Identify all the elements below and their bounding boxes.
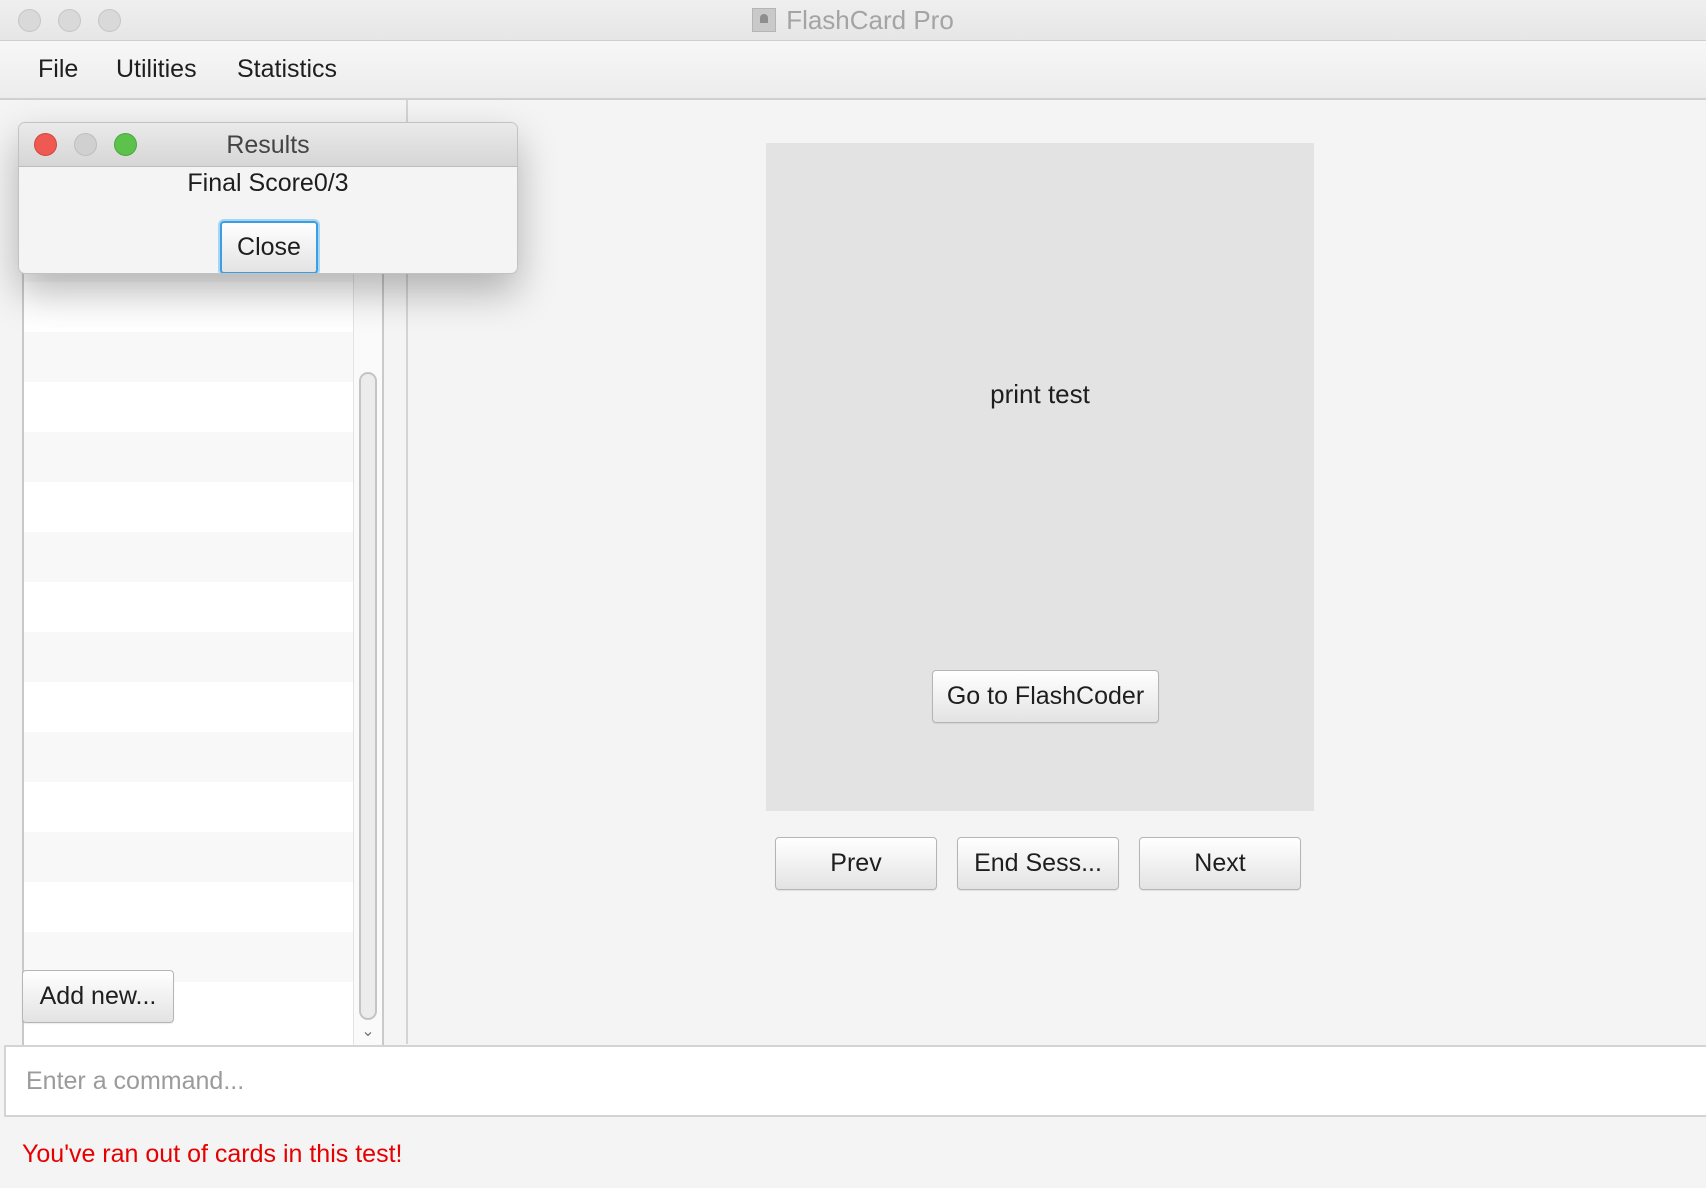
- menu-statistics[interactable]: Statistics: [237, 55, 337, 84]
- list-scrollbar[interactable]: ⌄: [353, 232, 382, 1046]
- list-item[interactable]: [24, 732, 354, 782]
- list-item[interactable]: [24, 332, 354, 382]
- window-title-group: FlashCard Pro: [0, 0, 1706, 40]
- list-item[interactable]: [24, 632, 354, 682]
- list-item[interactable]: [24, 532, 354, 582]
- scrollbar-thumb[interactable]: [359, 372, 377, 1020]
- chevron-down-icon[interactable]: ⌄: [358, 1022, 378, 1042]
- card-question: print test: [990, 379, 1090, 409]
- list-item[interactable]: [24, 682, 354, 732]
- list-item[interactable]: [24, 782, 354, 832]
- go-to-flashcoder-button[interactable]: Go to FlashCoder: [932, 670, 1159, 723]
- app-icon: [752, 8, 777, 32]
- list-item[interactable]: [24, 482, 354, 532]
- results-dialog: Results Final Score0/3 Close: [18, 122, 518, 274]
- status-message: You've ran out of cards in this test!: [22, 1140, 403, 1168]
- command-input[interactable]: [4, 1045, 1706, 1117]
- window-titlebar: FlashCard Pro: [0, 0, 1706, 41]
- prev-button[interactable]: Prev: [775, 837, 937, 890]
- list-item[interactable]: [24, 832, 354, 882]
- dialog-title: Results: [226, 131, 310, 159]
- dialog-titlebar: Results: [19, 123, 517, 167]
- next-button[interactable]: Next: [1139, 837, 1301, 890]
- final-score-label: Final Score0/3: [187, 169, 349, 197]
- menu-file[interactable]: File: [38, 55, 78, 84]
- list-item[interactable]: [24, 582, 354, 632]
- close-button[interactable]: Close: [220, 221, 318, 273]
- card-list[interactable]: ⌄: [22, 230, 384, 1048]
- add-new-button[interactable]: Add new...: [22, 970, 174, 1023]
- menu-utilities[interactable]: Utilities: [116, 55, 197, 84]
- window-title: FlashCard Pro: [786, 4, 954, 35]
- end-session-button[interactable]: End Sess...: [957, 837, 1119, 890]
- flashcard: print test Go to FlashCoder: [766, 143, 1314, 811]
- menu-bar: File Utilities Statistics: [0, 41, 1706, 100]
- list-item[interactable]: [24, 382, 354, 432]
- list-item[interactable]: [24, 882, 354, 932]
- list-item[interactable]: [24, 282, 354, 332]
- list-item[interactable]: [24, 432, 354, 482]
